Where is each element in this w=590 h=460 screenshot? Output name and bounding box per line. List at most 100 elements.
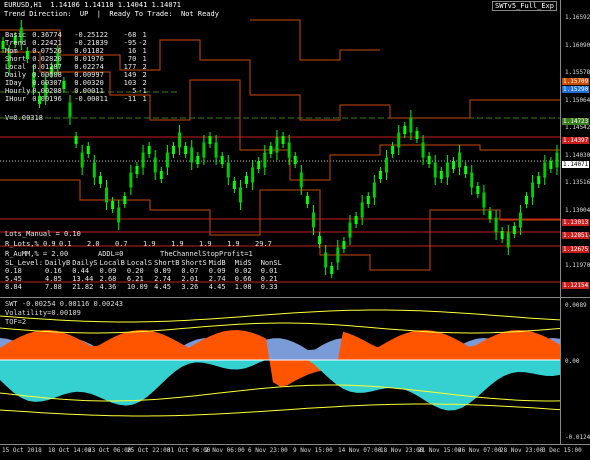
candle [117, 200, 121, 230]
candle [342, 237, 346, 253]
candle-body [305, 196, 309, 204]
sl-cell: 0.21 [260, 275, 278, 283]
candle [105, 180, 109, 210]
stats-row: Local 0.01287 0.02274 177 2 [5, 63, 149, 71]
indicator-axis[interactable]: 0.0089 0.00 -0.01246 [560, 298, 590, 444]
time-tick: 2 Nov 06:00 [205, 447, 245, 454]
candle [360, 195, 364, 225]
candle-body [385, 157, 389, 173]
candle-body [330, 266, 334, 274]
lots-manual: Lots_Manual = 0.10 [5, 230, 81, 238]
candle-body [123, 196, 127, 204]
candle-body [500, 231, 504, 239]
sl-cell: 0.09 [99, 267, 117, 275]
sl-cell: 0.44 [72, 267, 90, 275]
candle [275, 130, 279, 160]
sl-cell: LocalS [126, 259, 153, 267]
sl-cell: LocalB [99, 259, 125, 267]
stats-row: Trend 0.22421 -0.21839 -95 -2 [5, 39, 149, 47]
stats-cell: 0.00320 [74, 79, 104, 87]
candle [165, 145, 169, 175]
stats-cell: 5 [132, 87, 137, 95]
stats-cell: 0.00688 [32, 71, 62, 79]
yellow-band-lower-2 [0, 403, 560, 417]
stats-cell: 0.02274 [74, 63, 104, 71]
stats-cell: 0.22421 [32, 39, 62, 47]
stats-cell: 2 [142, 71, 147, 79]
indicator-canvas[interactable] [0, 298, 560, 444]
candle-body [251, 167, 255, 183]
candle [214, 135, 218, 165]
candle-body [439, 171, 443, 179]
stats-row: Basic 0.36774 -0.25122 -68 1 [5, 31, 149, 39]
channel-upper-2 [250, 19, 380, 61]
candle-body [190, 147, 194, 163]
candle-body [86, 146, 90, 154]
r-lots-cell: 1.9 [227, 240, 240, 248]
candle-body [299, 172, 303, 188]
sl-cell: 4.45 [208, 283, 226, 291]
candle [421, 135, 425, 165]
stats-cell: -0.25122 [74, 31, 109, 39]
candle [226, 155, 230, 185]
candle-body [512, 226, 516, 234]
r-lots-cell: 1.9 [171, 240, 184, 248]
stats-cell: 0.00011 [74, 87, 104, 95]
sl-cell: 0.09 [208, 267, 226, 275]
sl-row: 0.18 0.16 0.44 0.09 0.20 0.09 0.07 0.09 0.02 0.01 [5, 267, 287, 275]
expert-advisor-badge[interactable]: SWTv5_Full_Exp [491, 1, 557, 11]
price-level-tag: 1.12675 [562, 246, 590, 253]
time-tick: 26 Nov 07:00 [458, 447, 502, 454]
candle [324, 245, 328, 275]
candle [403, 122, 407, 138]
stats-cell: 0.00208 [32, 87, 62, 95]
candle [190, 140, 194, 170]
candle [366, 192, 370, 208]
r-lots-cell: 0.9 [43, 240, 56, 248]
candle-body [378, 171, 382, 179]
sl-cell: 7.88 [44, 283, 62, 291]
candle-body [105, 187, 109, 203]
price-tick: 1.16592 [565, 14, 590, 21]
stats-row: Short 0.02820 0.01976 70 1 [5, 55, 149, 63]
indicator-chart[interactable] [0, 298, 560, 444]
price-axis[interactable]: 1.16592 1.16090 1.15578 1.15064 1.14542 1.140… [560, 0, 590, 297]
stats-cell: -0.21839 [74, 39, 109, 47]
sl-cell: 6.21 [126, 275, 144, 283]
candle-body [98, 176, 102, 184]
candle [409, 110, 413, 140]
candle-body [275, 137, 279, 153]
candle-body [451, 161, 455, 169]
candle [372, 175, 376, 205]
candle-body [117, 207, 121, 223]
candle [464, 162, 468, 178]
candle [171, 142, 175, 158]
r-lots-cell: 1.9 [143, 240, 156, 248]
candle [135, 162, 139, 178]
price-level-tag: 1.12851 [562, 232, 590, 239]
r-lots-cell: 2.0 [87, 240, 100, 248]
candle-body [80, 152, 84, 168]
stats-cell: IHour [5, 95, 27, 103]
candle [184, 142, 188, 158]
indicator-tick: -0.01246 [565, 434, 590, 441]
candle-body [318, 236, 322, 244]
candle-body [360, 202, 364, 218]
time-tick: 15 Oct 2018 [2, 447, 42, 454]
candle-body [537, 176, 541, 184]
sl-cell: NonSL [260, 259, 282, 267]
stats-row: Mom 0.07526 0.01182 16 1 [5, 47, 149, 55]
sl-cell: 4.85 [44, 275, 62, 283]
candle-body [238, 187, 242, 203]
indicator-volatility: Volatility=0.00109 [5, 309, 81, 317]
candle [391, 142, 395, 158]
candle-body [281, 136, 285, 144]
stats-cell: 1 [142, 31, 147, 39]
stats-cell: 2 [142, 79, 147, 87]
channel-stop-profit: TheChannelStopProfit=1 [160, 250, 253, 258]
candle-body [366, 196, 370, 204]
candle-body [482, 192, 486, 208]
time-axis[interactable]: 15 Oct 2018 18 Oct 14:00 23 Oct 06:00 25 Oc… [0, 444, 590, 460]
candle-body [549, 161, 553, 169]
candle [92, 155, 96, 185]
